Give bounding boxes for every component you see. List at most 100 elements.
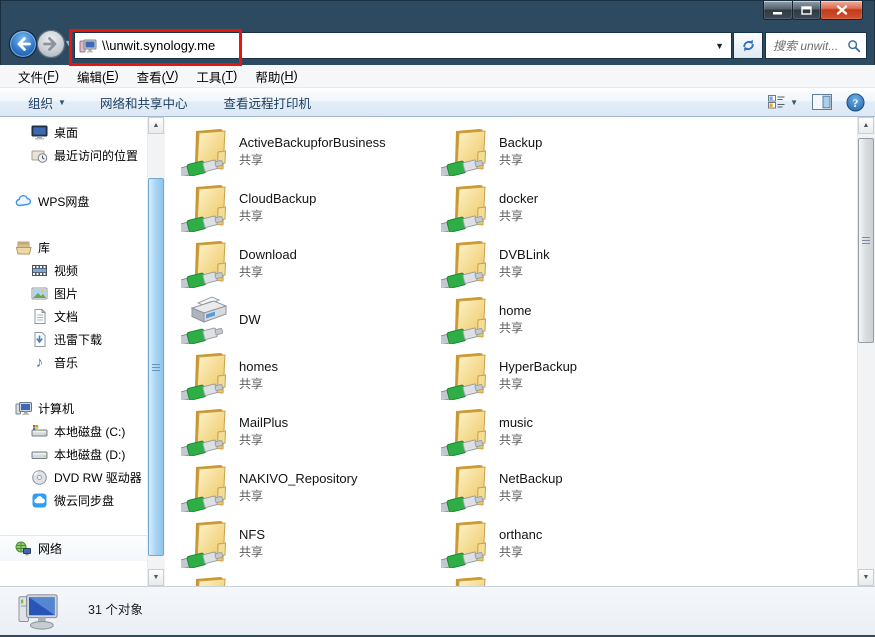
menu-edit[interactable]: 编辑(E): [68, 65, 128, 87]
sidebar-item[interactable]: 图片: [0, 282, 147, 305]
file-name: HyperBackup: [499, 359, 577, 374]
address-dropdown-arrow[interactable]: ▼: [715, 41, 724, 51]
change-view-button[interactable]: ▼: [768, 95, 798, 109]
file-item[interactable]: CloudBackup 共享: [181, 179, 441, 235]
main-scrollbar[interactable]: ▲ ▼: [857, 117, 875, 586]
file-name: NetBackup: [499, 471, 563, 486]
maximize-button[interactable]: [792, 1, 821, 20]
file-item[interactable]: homes 共享: [181, 347, 441, 403]
sidebar-scrollbar-thumb[interactable]: [148, 178, 164, 556]
main-scrollbar-thumb[interactable]: [858, 138, 874, 343]
file-shared-label: 共享: [239, 151, 386, 168]
file-item[interactable]: [441, 571, 701, 586]
file-item[interactable]: DW: [181, 291, 441, 347]
sidebar-item[interactable]: 视频: [0, 259, 147, 282]
file-item[interactable]: ActiveBackupforBusiness 共享: [181, 123, 441, 179]
menu-label: 查看(: [137, 67, 166, 86]
sidebar-item-icon: [31, 492, 48, 509]
title-bar[interactable]: [0, 0, 875, 28]
menu-label: 工具(: [196, 67, 225, 86]
menu-label: 文件(: [18, 67, 47, 86]
scroll-up-arrow[interactable]: ▲: [858, 117, 874, 134]
sidebar-item[interactable]: 桌面: [0, 121, 147, 144]
file-item-icon: [181, 182, 235, 232]
file-shared-label: 共享: [499, 151, 542, 168]
file-item[interactable]: music 共享: [441, 403, 701, 459]
sidebar-item[interactable]: 库: [0, 236, 147, 259]
sidebar-item-label: 计算机: [38, 400, 74, 417]
file-item[interactable]: orthanc 共享: [441, 515, 701, 571]
preview-pane-icon: [812, 94, 832, 110]
menu-tools[interactable]: 工具(T): [187, 65, 246, 87]
network-computer-large-icon: [16, 591, 62, 636]
close-button[interactable]: [820, 1, 863, 20]
menu-file[interactable]: 文件(F): [9, 65, 68, 87]
sidebar-item[interactable]: 本地磁盘 (D:): [0, 443, 147, 466]
sidebar-item-icon: [15, 239, 32, 256]
file-item[interactable]: NetBackup 共享: [441, 459, 701, 515]
menu-help[interactable]: 帮助(H): [246, 65, 306, 87]
address-bar[interactable]: \\unwit.synology.me ▼: [74, 32, 732, 59]
scroll-down-arrow[interactable]: ▼: [148, 569, 164, 586]
back-button[interactable]: [8, 29, 38, 59]
sidebar-item[interactable]: WPS网盘: [0, 190, 147, 213]
file-item[interactable]: NFS 共享: [181, 515, 441, 571]
menu-view[interactable]: 查看(V): [128, 65, 188, 87]
sidebar-item-icon: [31, 446, 48, 463]
sidebar-spacer: [0, 167, 147, 190]
sidebar-item[interactable]: 本地磁盘 (C:): [0, 420, 147, 443]
file-shared-label: 共享: [499, 375, 577, 392]
scroll-down-arrow[interactable]: ▼: [858, 569, 874, 586]
file-item-icon: [441, 350, 495, 400]
file-item[interactable]: [181, 571, 441, 586]
file-item[interactable]: Backup 共享: [441, 123, 701, 179]
sidebar-item[interactable]: DVD RW 驱动器: [0, 466, 147, 489]
menu-access-key: V: [166, 69, 174, 83]
refresh-button[interactable]: [733, 32, 763, 59]
sidebar-item[interactable]: 文档: [0, 305, 147, 328]
organize-button[interactable]: 组织 ▼: [22, 91, 72, 113]
views-icon: [768, 95, 786, 109]
forward-button[interactable]: [36, 29, 66, 59]
sidebar-item[interactable]: 微云同步盘: [0, 489, 147, 512]
file-item[interactable]: DVBLink 共享: [441, 235, 701, 291]
menu-access-key: H: [285, 69, 294, 83]
history-dropdown-arrow[interactable]: ▼: [64, 39, 73, 48]
file-shared-label: 共享: [499, 319, 532, 336]
preview-pane-button[interactable]: [812, 94, 832, 110]
minimize-button[interactable]: [763, 1, 793, 20]
file-item-icon: [441, 182, 495, 232]
sidebar-item-icon: [31, 124, 48, 141]
search-box[interactable]: 搜索 unwit...: [765, 32, 867, 59]
back-arrow-icon: [8, 29, 38, 59]
help-button[interactable]: ?: [846, 93, 865, 112]
sidebar-item[interactable]: 最近访问的位置: [0, 144, 147, 167]
file-item[interactable]: HyperBackup 共享: [441, 347, 701, 403]
search-icon[interactable]: [847, 39, 861, 53]
sidebar-item[interactable]: 迅雷下载: [0, 328, 147, 351]
sidebar-scrollbar[interactable]: ▲ ▼: [147, 117, 165, 586]
menu-access-key: E: [106, 69, 114, 83]
sidebar-spacer: [0, 374, 147, 397]
file-item[interactable]: Download 共享: [181, 235, 441, 291]
file-shared-label: 共享: [239, 431, 288, 448]
view-remote-printers-button[interactable]: 查看远程打印机: [217, 91, 317, 113]
sidebar-item[interactable]: ♪ 音乐: [0, 351, 147, 374]
file-item[interactable]: MailPlus 共享: [181, 403, 441, 459]
sidebar-item-label: 桌面: [54, 124, 78, 141]
network-sharing-center-button[interactable]: 网络和共享中心: [94, 91, 194, 113]
file-item-icon: [181, 462, 235, 512]
organize-label: 组织: [28, 93, 53, 112]
scroll-up-arrow[interactable]: ▲: [148, 117, 164, 134]
sidebar-item-label: 本地磁盘 (C:): [54, 423, 125, 440]
sidebar-item-icon: [15, 540, 32, 557]
network-computer-icon: [79, 37, 97, 55]
sidebar-item[interactable]: 计算机: [0, 397, 147, 420]
file-shared-label: 共享: [499, 263, 550, 280]
file-item[interactable]: NAKIVO_Repository 共享: [181, 459, 441, 515]
file-item-icon: [441, 238, 495, 288]
file-item[interactable]: home 共享: [441, 291, 701, 347]
file-item[interactable]: docker 共享: [441, 179, 701, 235]
sidebar-item-icon: [31, 308, 48, 325]
sidebar-item[interactable]: 网络: [0, 535, 147, 561]
